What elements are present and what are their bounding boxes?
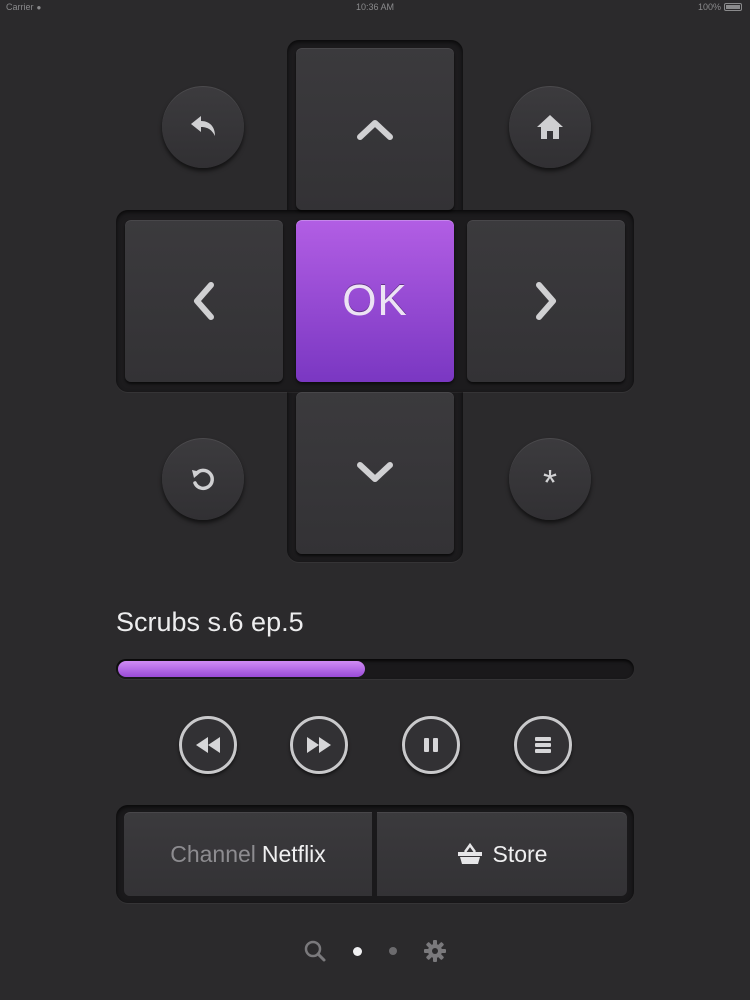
fast-forward-icon: [307, 737, 331, 753]
store-label: Store: [492, 840, 548, 867]
page-settings-button[interactable]: [422, 939, 448, 963]
page-dot-mark: [389, 947, 397, 955]
rewind-icon: [196, 737, 220, 753]
dpad-left-button[interactable]: [125, 220, 283, 382]
dpad-up-button[interactable]: [296, 48, 454, 210]
menu-icon: [535, 737, 551, 753]
rewind-button[interactable]: [179, 716, 237, 774]
page-dot[interactable]: [386, 939, 400, 963]
basket-icon: [457, 843, 482, 864]
back-button[interactable]: [162, 86, 244, 168]
gear-icon: [424, 940, 446, 962]
now-playing-title: Scrubs s.6 ep.5: [116, 607, 304, 637]
replay-icon: [192, 468, 214, 491]
asterisk-icon: *: [542, 462, 557, 503]
home-icon: [537, 115, 563, 139]
pause-icon: [424, 738, 438, 752]
page-dot-active-mark: [352, 946, 362, 956]
chevron-up-icon: [357, 120, 393, 140]
dpad-down-button[interactable]: [296, 392, 454, 554]
search-icon: [304, 940, 326, 962]
replay-button[interactable]: [162, 438, 244, 520]
home-button[interactable]: [509, 86, 591, 168]
page-dot-active[interactable]: [350, 939, 364, 963]
battery-icon: [724, 3, 742, 11]
battery-percent: 100%: [697, 2, 721, 12]
ok-label: OK: [342, 276, 408, 325]
menu-button[interactable]: [514, 716, 572, 774]
chevron-left-icon: [194, 282, 214, 320]
chevron-down-icon: [357, 462, 393, 482]
channel-prefix-label: Channel: [170, 840, 256, 867]
dpad-ok-button[interactable]: OK: [296, 220, 454, 382]
battery-status: 100%: [698, 2, 742, 12]
options-button[interactable]: *: [509, 438, 591, 520]
status-time: 10:36 AM: [355, 2, 395, 12]
dpad-right-button[interactable]: [467, 220, 625, 382]
page-search-button[interactable]: [302, 939, 328, 963]
store-button[interactable]: Store: [377, 812, 627, 896]
back-arrow-icon: [191, 116, 215, 136]
fast-forward-button[interactable]: [290, 716, 348, 774]
pause-button[interactable]: [402, 716, 460, 774]
progress-bar[interactable]: [116, 659, 634, 679]
status-bar: Carrier ● 10:36 AM 100%: [0, 0, 750, 14]
chevron-right-icon: [536, 282, 556, 320]
channel-button[interactable]: Channel Netflix: [124, 812, 372, 896]
channel-name-label: Netflix: [261, 840, 326, 867]
progress-fill: [118, 661, 365, 677]
